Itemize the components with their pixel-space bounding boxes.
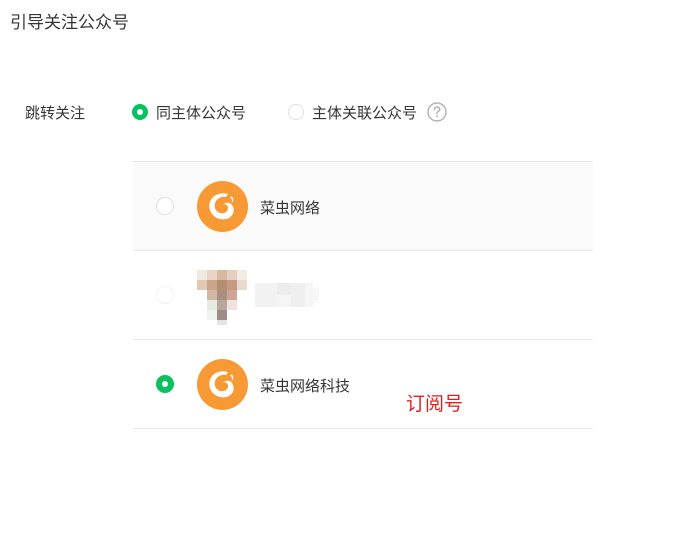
- radio-unchecked-icon[interactable]: [288, 104, 304, 120]
- jump-follow-row: 跳转关注 同主体公众号 主体关联公众号: [0, 99, 678, 125]
- account-list: 菜虫网络 菜虫网络科技: [133, 161, 593, 429]
- radio-checked-icon[interactable]: [132, 104, 148, 120]
- account-item[interactable]: 菜虫网络科技: [133, 340, 593, 429]
- radio-unchecked-icon[interactable]: [156, 197, 174, 215]
- radio-unchecked-icon[interactable]: [156, 286, 174, 304]
- radio-checked-icon[interactable]: [156, 375, 174, 393]
- orange-logo-icon: [197, 359, 248, 410]
- page-title: 引导关注公众号: [10, 13, 129, 33]
- blurred-name-icon: [255, 283, 319, 307]
- annotation-subscription-account: 订阅号: [406, 393, 464, 415]
- radio-related-entity-account[interactable]: 主体关联公众号: [288, 101, 447, 123]
- jump-follow-label: 跳转关注: [25, 104, 86, 122]
- account-name: 菜虫网络科技: [260, 377, 351, 395]
- radio-label-related-entity: 主体关联公众号: [312, 103, 418, 122]
- orange-logo-icon: [197, 181, 248, 232]
- account-item[interactable]: [133, 251, 593, 340]
- radio-same-entity-account[interactable]: 同主体公众号: [132, 101, 246, 123]
- pixelated-avatar-icon: [197, 270, 247, 325]
- account-name: 菜虫网络: [260, 199, 321, 217]
- page: 引导关注公众号 跳转关注 同主体公众号 主体关联公众号 菜虫网络 菜虫网络科技 …: [0, 0, 678, 550]
- account-item[interactable]: 菜虫网络: [133, 162, 593, 251]
- radio-label-same-entity: 同主体公众号: [156, 103, 247, 122]
- question-circle-icon[interactable]: [427, 102, 447, 122]
